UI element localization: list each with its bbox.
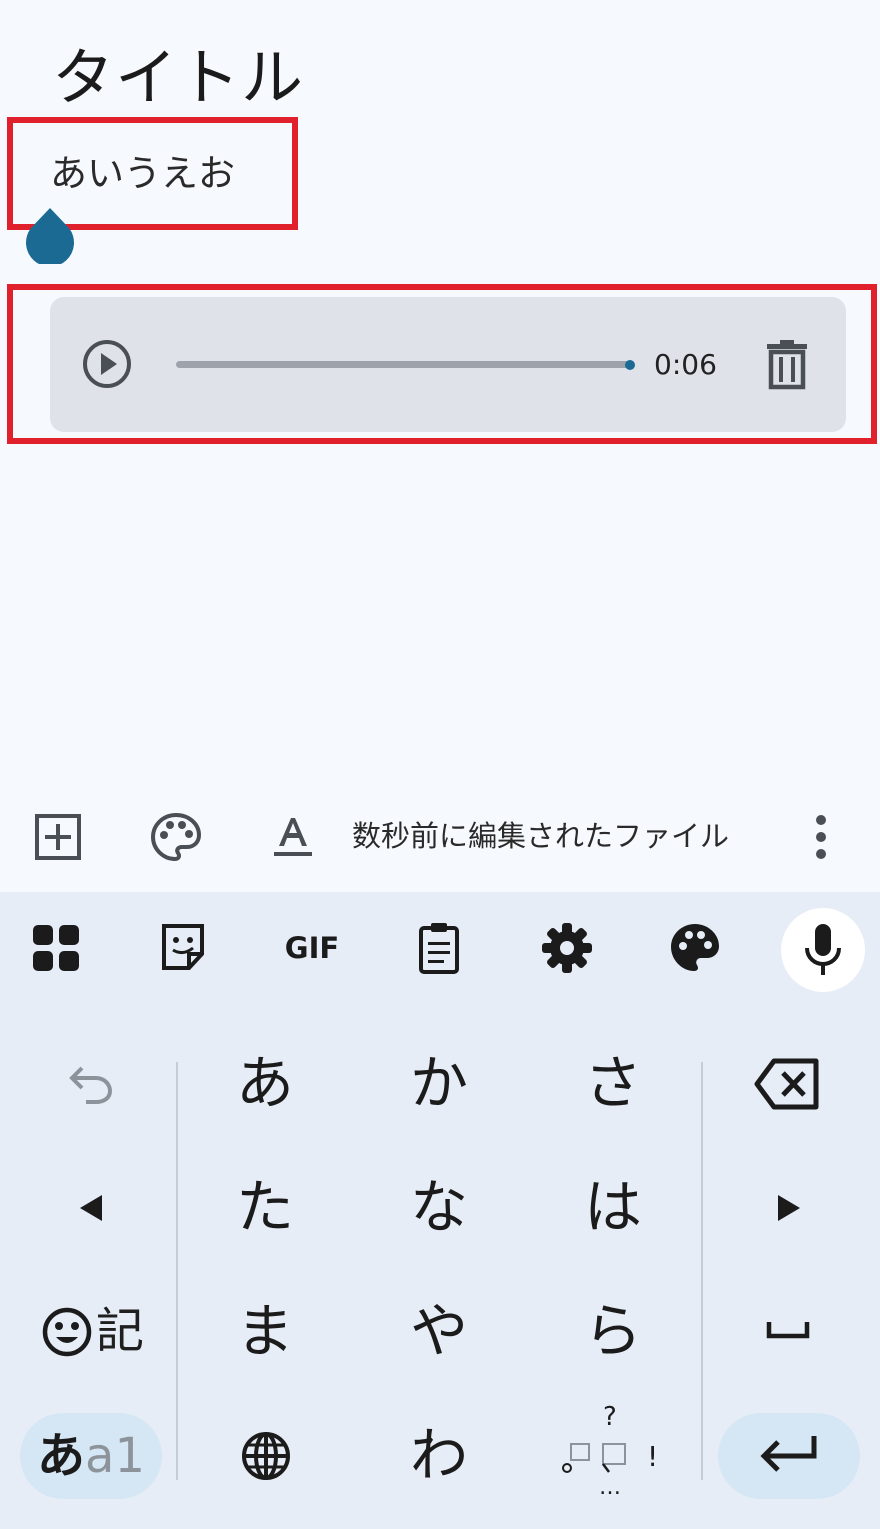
key-a[interactable]: あ [195,1048,335,1118]
mode-secondary-label: a1 [85,1428,145,1484]
key-sa[interactable]: さ [543,1048,683,1118]
gif-icon[interactable]: GIF [282,920,342,976]
key-ta[interactable]: た [195,1172,335,1242]
theme-palette-icon[interactable] [667,920,723,976]
clipboard-icon[interactable] [411,920,467,976]
key-divider-right [701,1062,703,1480]
emoji-icon[interactable] [40,1305,94,1359]
key-ka[interactable]: か [369,1048,509,1118]
punct-exclaim: ! [647,1440,659,1473]
undo-icon[interactable] [68,1064,114,1106]
edited-status: 数秒前に編集されたファイル [352,819,730,853]
cursor-left-icon[interactable] [78,1193,104,1223]
text-cursor-handle[interactable] [25,208,75,264]
text-format-icon[interactable] [266,810,320,864]
microphone-icon [805,924,841,975]
sticker-icon[interactable] [155,920,211,976]
space-icon[interactable] [766,1320,810,1340]
key-ra[interactable]: ら [543,1296,683,1366]
symbol-key-label[interactable]: 記 [96,1296,144,1366]
add-box-icon[interactable] [31,810,85,864]
key-ha[interactable]: は [543,1172,683,1242]
palette-icon[interactable] [149,810,203,864]
backspace-icon[interactable] [754,1058,820,1110]
highlight-box-audio [7,284,877,444]
apps-grid-icon[interactable] [28,920,84,976]
mode-primary-label: あ [37,1428,86,1484]
input-mode-label: あa1 [20,1418,162,1494]
key-na[interactable]: な [369,1172,509,1242]
punct-question: ? [603,1402,617,1432]
key-wa[interactable]: わ [369,1420,509,1490]
note-title[interactable]: タイトル [52,38,304,118]
punctuation-key[interactable]: ? ! … [555,1400,665,1500]
settings-icon[interactable] [539,920,595,976]
punct-ellipsis: … [599,1475,621,1500]
key-ya[interactable]: や [369,1296,509,1366]
enter-arrow-icon [760,1436,817,1472]
globe-icon[interactable] [240,1430,292,1482]
more-vert-icon[interactable] [794,810,848,864]
key-ma[interactable]: ま [195,1296,335,1366]
key-divider-left [176,1062,178,1480]
punct-comma-period-icon [562,1443,626,1473]
cursor-right-icon[interactable] [776,1193,802,1223]
